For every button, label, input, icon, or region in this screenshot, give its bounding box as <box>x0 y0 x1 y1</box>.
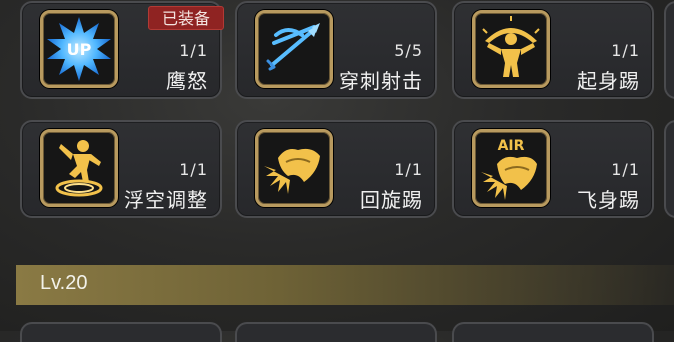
skill-card-partial[interactable] <box>452 322 654 342</box>
skill-card-partial[interactable] <box>664 120 674 218</box>
skill-name: 穿刺射击 <box>339 69 423 93</box>
skill-count: 1/1 <box>179 160 208 179</box>
skill-count: 1/1 <box>611 41 640 60</box>
skill-name: 飞身踢 <box>577 188 640 212</box>
skill-name: 鹰怒 <box>166 69 208 93</box>
skill-count: 1/1 <box>611 160 640 179</box>
skill-icon-frame: UP <box>40 10 118 88</box>
svg-text:AIR: AIR <box>498 138 525 154</box>
spinning-figure-icon <box>55 140 103 197</box>
skill-icon-frame <box>255 129 333 207</box>
up-burst-icon: UP <box>47 17 111 81</box>
skill-card-partial[interactable] <box>235 322 437 342</box>
skill-count: 1/1 <box>394 160 423 179</box>
skill-card-partial[interactable] <box>664 1 674 99</box>
rising-figure-icon <box>482 16 540 77</box>
skill-icon-frame <box>472 10 550 88</box>
skill-count: 5/5 <box>394 41 423 60</box>
skill-count: 1/1 <box>179 41 208 60</box>
bow-arrow-icon <box>266 23 320 71</box>
skill-card-air-adjust[interactable]: 1/1 浮空调整 <box>20 120 222 218</box>
skill-card-spin-kick[interactable]: 1/1 回旋踢 <box>235 120 437 218</box>
skill-card-flying-kick[interactable]: AIR 1/1 飞身踢 <box>452 120 654 218</box>
svg-text:UP: UP <box>67 40 92 59</box>
skill-name: 回旋踢 <box>360 188 423 212</box>
level-bar <box>16 265 674 305</box>
skill-name: 起身踢 <box>577 69 640 93</box>
air-kick-icon: AIR <box>481 138 537 200</box>
skill-icon-frame <box>255 10 333 88</box>
skill-icon-frame: AIR <box>472 129 550 207</box>
skill-card-partial[interactable] <box>20 322 222 342</box>
equipped-badge: 已装备 <box>148 6 224 30</box>
level-label: Lv.20 <box>40 272 88 294</box>
skill-card-rising-kick[interactable]: 1/1 起身踢 <box>452 1 654 99</box>
skill-card-piercing-shot[interactable]: 5/5 穿刺射击 <box>235 1 437 99</box>
spin-kick-icon <box>264 148 320 194</box>
skill-name: 浮空调整 <box>124 188 208 212</box>
skill-icon-frame <box>40 129 118 207</box>
